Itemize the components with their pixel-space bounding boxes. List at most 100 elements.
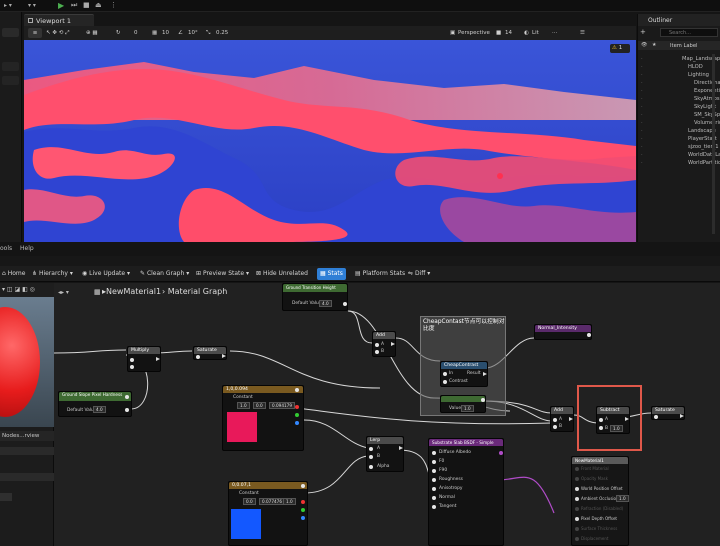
output-pin-g[interactable] xyxy=(295,413,299,417)
output-pin[interactable] xyxy=(222,354,226,358)
output-pin[interactable] xyxy=(125,408,129,412)
warning-badge[interactable]: ⚠ 1 xyxy=(610,44,630,53)
input-pin-b[interactable] xyxy=(130,365,134,369)
output-pin[interactable] xyxy=(481,398,485,402)
output-pin-b[interactable] xyxy=(295,421,299,425)
visibility-icon[interactable]: · xyxy=(641,104,643,110)
multiply-node[interactable]: Multiply xyxy=(127,346,161,372)
level-viewport[interactable]: ⚠ 1 xyxy=(24,40,636,242)
input-pin[interactable] xyxy=(432,487,436,491)
angle-snap-value[interactable]: 10° xyxy=(188,28,198,38)
input-pin[interactable] xyxy=(432,505,436,509)
menu-help[interactable]: Help xyxy=(20,245,34,252)
visibility-icon[interactable]: · xyxy=(641,120,643,126)
lit-icon[interactable]: ◐ xyxy=(524,28,529,38)
output-pin-r[interactable] xyxy=(295,405,299,409)
input-pin-a[interactable] xyxy=(130,358,134,362)
outliner-item[interactable]: · ExponentialHeightFog xyxy=(638,88,720,96)
constant-g[interactable]: 0.0 xyxy=(253,402,266,409)
output-pin[interactable] xyxy=(499,451,503,455)
output-pin[interactable] xyxy=(625,417,629,421)
details-row[interactable] xyxy=(0,493,12,501)
value-field[interactable]: 1.0 xyxy=(461,405,474,412)
input-pin[interactable] xyxy=(432,469,436,473)
outliner-item[interactable]: · DirectionalLight xyxy=(638,80,720,88)
stats-button[interactable]: ▦ Stats xyxy=(317,268,346,280)
input-pin-b[interactable] xyxy=(599,426,603,430)
output-pin[interactable] xyxy=(343,302,347,306)
grid-snap-value[interactable]: 10 xyxy=(162,28,169,38)
dock-button[interactable] xyxy=(2,76,19,85)
grid-snap-icon[interactable]: ▦ xyxy=(152,28,157,38)
globe-icon[interactable]: ⊕ ▦ xyxy=(86,28,98,38)
output-pin[interactable] xyxy=(399,446,403,450)
constant-r[interactable]: 1.0 xyxy=(237,402,250,409)
outliner-item[interactable]: · HLOD xyxy=(638,64,720,72)
input-pin[interactable] xyxy=(432,451,436,455)
star-icon[interactable]: ★ xyxy=(652,42,656,48)
show-icon[interactable]: ⋯ xyxy=(552,28,558,38)
input-pin[interactable] xyxy=(575,507,579,511)
lerp-node[interactable]: Lerp A B Alpha xyxy=(366,436,404,472)
details-row[interactable] xyxy=(0,447,54,455)
b-value-field[interactable]: 1.0 xyxy=(610,425,623,432)
settings-icon[interactable]: ☰ xyxy=(580,28,585,38)
saturate-node[interactable]: Saturate xyxy=(193,346,227,360)
outliner-item[interactable]: · PlayerStart xyxy=(638,136,720,144)
material-preview[interactable] xyxy=(0,297,54,427)
input-pin-a[interactable] xyxy=(553,418,557,422)
default-value-field[interactable]: 4.0 xyxy=(93,406,106,413)
clean-graph-button[interactable]: ✎ Clean Graph ▾ xyxy=(140,270,189,277)
visibility-icon[interactable]: · xyxy=(641,112,643,118)
input-pin-a[interactable] xyxy=(369,447,373,451)
outliner-item[interactable]: · WorldDataLayers xyxy=(638,152,720,160)
input-pin[interactable] xyxy=(575,497,579,501)
input-pin[interactable] xyxy=(654,415,658,419)
rot-value[interactable]: 0 xyxy=(134,28,138,38)
output-pin[interactable] xyxy=(125,395,129,399)
input-pin-a[interactable] xyxy=(599,418,603,422)
substrate-slab-node[interactable]: Substrate Slab BSDF - Simple Diffuse Alb… xyxy=(428,438,504,546)
saturate-node[interactable]: Saturate xyxy=(651,406,685,420)
visibility-icon[interactable]: · xyxy=(641,152,643,158)
menu-icon[interactable]: ≡ xyxy=(28,28,42,38)
input-pin[interactable] xyxy=(575,487,579,491)
output-pin-b[interactable] xyxy=(301,516,305,520)
visibility-icon[interactable]: · xyxy=(641,56,643,62)
nodes-tab[interactable]: Nodes...rview xyxy=(0,431,54,441)
normal-param-node[interactable]: Normal_Intensity xyxy=(534,324,592,340)
input-pin[interactable] xyxy=(575,517,579,521)
outliner-item[interactable]: · Landscape xyxy=(638,128,720,136)
add-node[interactable]: Add A B xyxy=(372,331,396,357)
diff-button[interactable]: ⇋ Diff ▾ xyxy=(408,270,430,277)
input-pin-in[interactable] xyxy=(443,372,447,376)
preview-state-button[interactable]: ⊞ Preview State ▾ xyxy=(196,270,249,277)
input-pin-contrast[interactable] xyxy=(443,380,447,384)
input-pin[interactable] xyxy=(575,467,579,471)
outliner-item[interactable]: · SkyLight xyxy=(638,104,720,112)
visibility-icon[interactable]: · xyxy=(641,88,643,94)
outliner-item[interactable]: · SM_SkySphere xyxy=(638,112,720,120)
output-pin-r[interactable] xyxy=(301,500,305,504)
scale-snap-icon[interactable]: ⤡ xyxy=(206,28,210,38)
constant-node-pink[interactable]: 1,0,0.094 Constant 1.0 0.0 0.094179 xyxy=(222,385,304,451)
outliner-search-input[interactable] xyxy=(660,28,718,37)
visibility-icon[interactable]: · xyxy=(641,136,643,142)
input-pin-a[interactable] xyxy=(375,343,379,347)
input-pin-b[interactable] xyxy=(369,455,373,459)
breadcrumb-material[interactable]: ▸NewMaterial1 xyxy=(102,287,161,296)
details-row[interactable] xyxy=(0,473,54,481)
eye-icon[interactable]: 👁 xyxy=(641,42,647,48)
input-pin[interactable] xyxy=(575,537,579,541)
step-icon[interactable]: ⏭ xyxy=(71,1,80,10)
scale-snap-value[interactable]: 0.25 xyxy=(216,28,228,38)
visibility-icon[interactable]: · xyxy=(641,128,643,134)
camera-speed[interactable]: 14 xyxy=(505,28,512,38)
dock-button[interactable] xyxy=(2,62,19,71)
constant-b[interactable]: 0.094179 xyxy=(269,402,295,409)
input-pin[interactable] xyxy=(575,527,579,531)
output-pin[interactable] xyxy=(301,484,305,488)
mode-dropdown[interactable]: ▾ ▾ xyxy=(28,2,36,9)
material-result-node[interactable]: NewMaterial1 Front Material Opacity Mask W… xyxy=(571,456,629,546)
input-pin-b[interactable] xyxy=(553,425,557,429)
